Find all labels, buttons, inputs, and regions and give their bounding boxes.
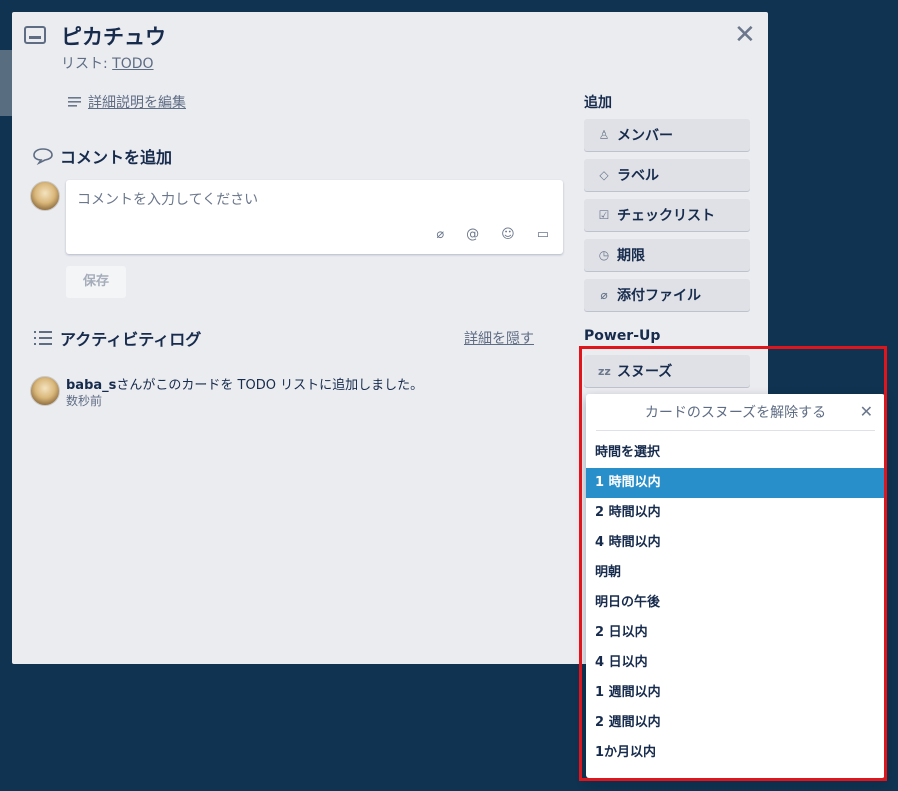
edit-description-label: 詳細説明を編集 <box>88 95 186 111</box>
checkbox-icon: ☑ <box>598 208 610 222</box>
save-button[interactable]: 保存 <box>66 266 126 298</box>
due-date-label: 期限 <box>617 248 645 264</box>
activity-heading-label: アクティビティログ <box>60 330 202 349</box>
activity-user[interactable]: baba_s <box>66 378 116 393</box>
card-link-icon[interactable]: ▭ <box>537 227 549 242</box>
members-label: メンバー <box>617 128 673 144</box>
checklist-button[interactable]: ☑ チェックリスト <box>584 199 750 231</box>
activity-heading: アクティビティログ <box>32 326 201 350</box>
avatar[interactable] <box>30 181 60 211</box>
members-button[interactable]: ♙ メンバー <box>584 119 750 151</box>
highlight-frame <box>579 346 887 781</box>
attachment-button[interactable]: ⌀ 添付ファイル <box>584 279 750 311</box>
comment-input[interactable]: コメントを入力してください ⌀ @ ☺ ▭ <box>66 180 563 254</box>
comment-heading: コメントを追加 <box>32 144 172 168</box>
comment-placeholder: コメントを入力してください <box>77 192 259 208</box>
activity-time[interactable]: 数秒前 <box>66 392 102 409</box>
comment-heading-label: コメントを追加 <box>60 148 173 167</box>
comment-icon <box>33 148 53 165</box>
list-prefix: リスト: <box>61 56 113 72</box>
person-icon: ♙ <box>598 128 610 142</box>
tag-icon: ◇ <box>599 168 609 182</box>
edit-description-link[interactable]: 詳細説明を編集 <box>68 92 186 112</box>
clock-icon: ◷ <box>598 248 610 262</box>
paperclip-icon: ⌀ <box>600 288 608 302</box>
card-icon <box>24 26 46 44</box>
list-link[interactable]: TODO <box>112 56 153 72</box>
background-card-edge <box>0 50 12 116</box>
activity-icon <box>34 331 52 345</box>
labels-button[interactable]: ◇ ラベル <box>584 159 750 191</box>
close-icon[interactable]: ✕ <box>734 22 756 48</box>
powerup-heading: Power-Up <box>584 328 661 344</box>
activity-entry: baba_sさんがこのカードを TODO リストに追加しました。 <box>66 374 423 393</box>
attach-icon[interactable]: ⌀ <box>436 227 444 242</box>
attachment-label: 添付ファイル <box>617 288 701 304</box>
activity-avatar[interactable] <box>30 376 60 406</box>
card-title[interactable]: ピカチュウ <box>61 21 166 51</box>
comment-toolbar: ⌀ @ ☺ ▭ <box>436 227 549 242</box>
hide-details-link[interactable]: 詳細を隠す <box>464 328 534 348</box>
labels-label: ラベル <box>617 168 659 184</box>
emoji-icon[interactable]: ☺ <box>501 227 515 242</box>
mention-icon[interactable]: @ <box>466 227 479 242</box>
due-date-button[interactable]: ◷ 期限 <box>584 239 750 271</box>
activity-text: さんがこのカードを TODO リストに追加しました。 <box>116 378 424 393</box>
checklist-label: チェックリスト <box>617 208 715 224</box>
description-icon <box>68 97 81 107</box>
list-info: リスト: TODO <box>61 53 154 73</box>
add-heading: 追加 <box>584 95 612 111</box>
